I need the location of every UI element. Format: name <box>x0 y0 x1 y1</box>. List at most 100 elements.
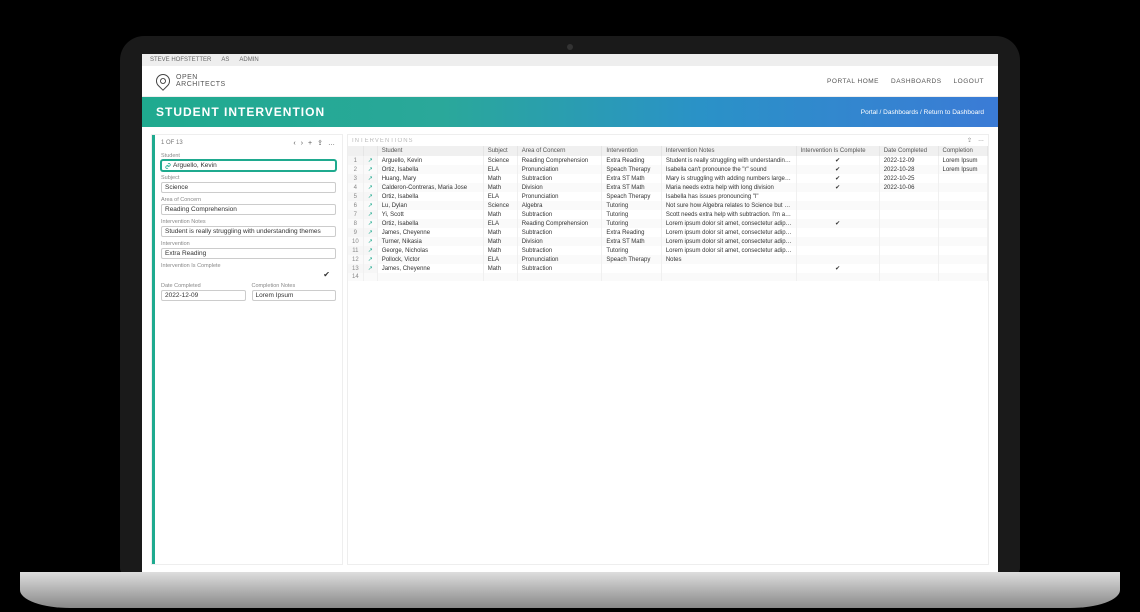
nav-portal-home[interactable]: PORTAL HOME <box>827 78 879 85</box>
table-row[interactable]: 2↗Ortiz, IsabellaELAPronunciationSpeach … <box>348 165 988 174</box>
table-row[interactable]: 3↗Huang, MaryMathSubtractionExtra ST Mat… <box>348 174 988 183</box>
intervention-field: Intervention Extra Reading <box>161 241 336 259</box>
cell-link-icon[interactable]: ↗ <box>363 237 377 246</box>
primary-nav: PORTAL HOME DASHBOARDS LOGOUT <box>827 78 984 85</box>
cell-link-icon[interactable]: ↗ <box>363 174 377 183</box>
cell-num: 12 <box>348 255 363 264</box>
col-concern[interactable]: Area of Concern <box>517 146 602 156</box>
cell-link-icon[interactable]: ↗ <box>363 165 377 174</box>
cell-subject: ELA <box>483 255 517 264</box>
cell-link-icon[interactable]: ↗ <box>363 192 377 201</box>
table-more-button[interactable]: … <box>978 137 984 144</box>
cell-num: 1 <box>348 156 363 165</box>
concern-input[interactable]: Reading Comprehension <box>161 204 336 215</box>
pager-more-button[interactable]: … <box>327 140 336 147</box>
cell-complete: ✔ <box>796 174 879 183</box>
col-student[interactable]: Student <box>377 146 483 156</box>
table-row[interactable]: 4↗Calderon-Contreras, Maria JoseMathDivi… <box>348 183 988 192</box>
cell-intervention: Extra ST Math <box>602 183 661 192</box>
col-subject[interactable]: Subject <box>483 146 517 156</box>
page-title: STUDENT INTERVENTION <box>156 105 325 119</box>
col-complete[interactable]: Intervention Is Complete <box>796 146 879 156</box>
cell-num: 3 <box>348 174 363 183</box>
col-date[interactable]: Date Completed <box>879 146 938 156</box>
completion-notes-input[interactable]: Lorem Ipsum <box>252 290 337 301</box>
cell-student: Huang, Mary <box>377 174 483 183</box>
table-row[interactable]: 9↗James, CheyenneMathSubtractionExtra Re… <box>348 228 988 237</box>
cell-cnotes <box>938 264 987 273</box>
cell-subject: Math <box>483 174 517 183</box>
page-titlebar: STUDENT INTERVENTION Portal / Dashboards… <box>142 97 998 127</box>
cell-link-icon[interactable]: ↗ <box>363 228 377 237</box>
table-row[interactable]: 1↗Arguello, KevinScienceReading Comprehe… <box>348 156 988 165</box>
col-intervention[interactable]: Intervention <box>602 146 661 156</box>
crumb-current[interactable]: Return to Dashboard <box>924 109 984 116</box>
complete-label: Intervention Is Complete <box>161 263 336 269</box>
pager-add-button[interactable]: + <box>307 140 313 147</box>
current-user[interactable]: STEVE HOFSTETTER <box>150 57 211 63</box>
intervention-input[interactable]: Extra Reading <box>161 248 336 259</box>
table-row[interactable]: 14 <box>348 273 988 281</box>
nav-dashboards[interactable]: DASHBOARDS <box>891 78 942 85</box>
col-cnotes[interactable]: Completion <box>938 146 987 156</box>
table-header-row: Student Subject Area of Concern Interven… <box>348 146 988 156</box>
table-row[interactable]: 8↗Ortiz, IsabellaELAReading Comprehensio… <box>348 219 988 228</box>
table-row[interactable]: 10↗Turner, NikasiaMathDivisionExtra ST M… <box>348 237 988 246</box>
cell-link-icon[interactable]: ↗ <box>363 156 377 165</box>
cell-concern: Pronunciation <box>517 192 602 201</box>
cell-student: Turner, Nikasia <box>377 237 483 246</box>
table-export-button[interactable]: ⇪ <box>967 137 972 144</box>
cell-link-icon[interactable]: ↗ <box>363 264 377 273</box>
pager-prev-button[interactable]: ‹ <box>292 140 296 147</box>
cell-date <box>879 228 938 237</box>
cell-link-icon[interactable]: ↗ <box>363 210 377 219</box>
cell-complete <box>796 210 879 219</box>
col-notes[interactable]: Intervention Notes <box>661 146 796 156</box>
table-scroll[interactable]: Student Subject Area of Concern Interven… <box>348 146 988 281</box>
table-row[interactable]: 6↗Lu, DylanScienceAlgebraTutoringNot sur… <box>348 201 988 210</box>
pager-export-button[interactable]: ⇪ <box>316 139 324 147</box>
cnotes-value: Lorem Ipsum <box>256 292 294 299</box>
record-pager: 1 OF 13 ‹ › + ⇪ … <box>161 139 336 149</box>
cell-subject: Science <box>483 156 517 165</box>
cell-notes: Lorem ipsum dolor sit amet, consectetur … <box>661 246 796 255</box>
notes-input[interactable]: Student is really struggling with unders… <box>161 226 336 237</box>
cell-date <box>879 192 938 201</box>
brand-line2: ARCHITECTS <box>176 81 226 88</box>
cell-cnotes <box>938 183 987 192</box>
role-switch[interactable]: AS <box>221 57 229 63</box>
cell-link-icon[interactable]: ↗ <box>363 219 377 228</box>
complete-checkbox[interactable]: ✔ <box>161 270 336 279</box>
crumb-portal[interactable]: Portal <box>861 109 878 116</box>
student-label: Student <box>161 153 336 159</box>
cell-date <box>879 264 938 273</box>
table-row[interactable]: 7↗Yi, ScottMathSubtractionTutoringScott … <box>348 210 988 219</box>
cell-notes: Scott needs extra help with subtraction.… <box>661 210 796 219</box>
cell-subject: Science <box>483 201 517 210</box>
student-input[interactable]: Arguello, Kevin <box>161 160 336 171</box>
brand-line1: OPEN <box>176 74 226 81</box>
table-row[interactable]: 12↗Pollock, VictorELAPronunciationSpeach… <box>348 255 988 264</box>
subject-input[interactable]: Science <box>161 182 336 193</box>
cell-link-icon[interactable]: ↗ <box>363 201 377 210</box>
crumb-dashboards[interactable]: Dashboards <box>883 109 918 116</box>
cell-notes: Lorem ipsum dolor sit amet, consectetur … <box>661 219 796 228</box>
col-link[interactable] <box>363 146 377 156</box>
cell-link-icon[interactable]: ↗ <box>363 183 377 192</box>
cell-link-icon[interactable] <box>363 273 377 281</box>
pager-next-button[interactable]: › <box>300 140 304 147</box>
cell-complete <box>796 246 879 255</box>
table-row[interactable]: 11↗George, NicholasMathSubtractionTutori… <box>348 246 988 255</box>
cell-link-icon[interactable]: ↗ <box>363 255 377 264</box>
col-num[interactable] <box>348 146 363 156</box>
table-row[interactable]: 13↗James, CheyenneMathSubtraction✔ <box>348 264 988 273</box>
admin-link[interactable]: ADMIN <box>239 57 258 63</box>
cell-notes: Notes <box>661 255 796 264</box>
date-completed-input[interactable]: 2022-12-09 <box>161 290 246 301</box>
brand-logo[interactable]: OPEN ARCHITECTS <box>156 74 226 88</box>
cell-link-icon[interactable]: ↗ <box>363 246 377 255</box>
cell-num: 11 <box>348 246 363 255</box>
nav-logout[interactable]: LOGOUT <box>954 78 984 85</box>
cell-subject: Math <box>483 246 517 255</box>
table-row[interactable]: 5↗Ortiz, IsabellaELAPronunciationSpeach … <box>348 192 988 201</box>
